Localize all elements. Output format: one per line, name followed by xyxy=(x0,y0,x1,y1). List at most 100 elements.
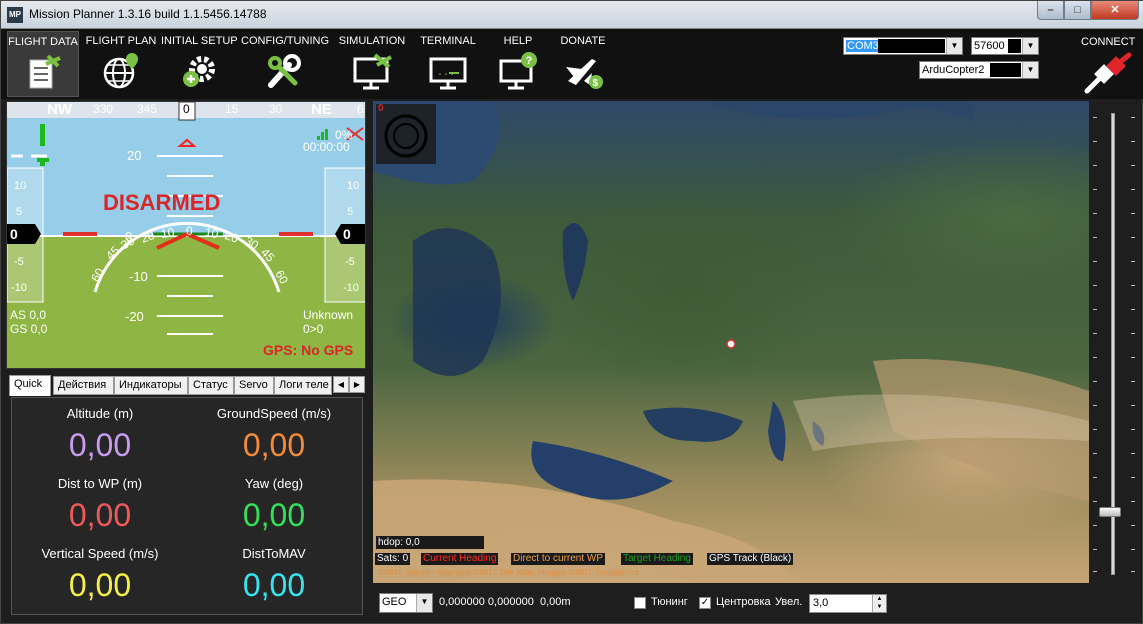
quick-yaw[interactable]: Yaw (deg) 0,00 xyxy=(186,476,362,534)
menu-initial-setup[interactable]: INITIAL SETUP xyxy=(161,31,238,97)
zoom-tick xyxy=(1131,501,1135,502)
tab-actions[interactable]: Действия xyxy=(53,376,114,395)
map-view[interactable]: 0 hdop: 0,0 Sats: 0 Current Heading Dire… xyxy=(373,101,1089,583)
menu-flight-data-label: FLIGHT DATA xyxy=(8,36,78,48)
chevron-down-icon[interactable]: ▼ xyxy=(1022,38,1038,54)
zoom-slider[interactable] xyxy=(1091,101,1139,583)
tab-telemetry-logs[interactable]: Логи теле xyxy=(274,376,332,395)
menu-terminal[interactable]: TERMINAL ... xyxy=(415,31,481,97)
chevron-down-icon[interactable]: ▼ xyxy=(946,38,962,54)
com-port-value: COM3 xyxy=(846,40,880,52)
airspeed-readout: AS 0,0 xyxy=(10,308,47,322)
quick-vertical-speed[interactable]: Vertical Speed (m/s) 0,00 xyxy=(12,546,188,604)
quick-dist-to-mav[interactable]: DistToMAV 0,00 xyxy=(186,546,362,604)
pitch-label-minus10: -10 xyxy=(129,269,148,284)
waypoint-info: 0>0 xyxy=(303,322,324,336)
zoom-tick xyxy=(1131,141,1135,142)
zoom-thumb[interactable] xyxy=(1099,507,1121,517)
tab-gauges[interactable]: Индикаторы xyxy=(114,376,188,395)
heading-current: 0 xyxy=(183,102,190,116)
zoom-tick xyxy=(1093,141,1097,142)
tuning-checkbox[interactable] xyxy=(634,597,646,609)
tab-servo[interactable]: Servo xyxy=(234,376,274,395)
tab-quick[interactable]: Quick xyxy=(9,375,51,396)
quick-label: GroundSpeed (m/s) xyxy=(216,406,332,421)
com-port-select[interactable]: COM3 ▼ xyxy=(843,37,963,55)
simulation-monitor-icon xyxy=(353,53,392,90)
connect-plug-icon[interactable] xyxy=(1079,51,1135,97)
menu-initial-setup-label: INITIAL SETUP xyxy=(161,35,238,47)
heading-30: 30 xyxy=(269,102,283,116)
pitch-label-20: 20 xyxy=(127,148,142,163)
menu-config-tuning[interactable]: CONFIG/TUNING xyxy=(241,31,329,97)
tab-scroll-left-icon[interactable]: ◀ xyxy=(333,376,349,393)
zoom-tick xyxy=(1131,117,1135,118)
quick-altitude[interactable]: Altitude (m) 0,00 xyxy=(12,406,188,464)
maximize-button[interactable]: □ xyxy=(1064,1,1091,20)
hdop-readout: hdop: 0,0 xyxy=(376,536,484,549)
connect-label: CONNECT xyxy=(1081,36,1136,48)
coordinates-readout: 0,000000 0,000000 xyxy=(439,596,534,608)
chevron-down-icon[interactable]: ▼ xyxy=(1022,62,1038,78)
quick-value: 0,00 xyxy=(68,427,132,463)
zoom-tick xyxy=(1093,405,1097,406)
coord-system-select[interactable]: GEO ▼ xyxy=(379,593,433,613)
data-tabs: Quick Действия Индикаторы Статус Servo Л… xyxy=(6,375,366,396)
baud-rate-fill xyxy=(1008,39,1021,53)
menu-donate-label: DONATE xyxy=(560,35,606,47)
zoom-tick xyxy=(1131,261,1135,262)
quick-groundspeed[interactable]: GroundSpeed (m/s) 0,00 xyxy=(186,406,362,464)
zoom-tick xyxy=(1093,381,1097,382)
com-port-fill xyxy=(878,39,945,53)
hud-display[interactable]: NW 330 345 0 15 30 NE 6 60 45 30 20 10 0… xyxy=(6,101,366,369)
menu-flight-plan-label: FLIGHT PLAN xyxy=(85,35,157,47)
quick-dist-to-wp[interactable]: Dist to WP (m) 0,00 xyxy=(12,476,188,534)
vehicle-select[interactable]: ArduCopter2 ▼ xyxy=(919,61,1039,79)
spinner-arrows-icon[interactable]: ▲ ▼ xyxy=(872,595,886,612)
baud-rate-select[interactable]: 57600 ▼ xyxy=(971,37,1039,55)
svg-text:?: ? xyxy=(526,55,533,67)
quick-value: 0,00 xyxy=(68,497,132,533)
quick-label: Altitude (m) xyxy=(66,406,134,421)
main-menu: FLIGHT DATA FLIGHT PLAN INITIAL SETUP CO… xyxy=(1,29,1143,99)
center-checkbox[interactable]: ✓ xyxy=(699,597,711,609)
arc-label-10-left: 10 xyxy=(159,224,176,242)
config-wrench-icon xyxy=(268,54,301,88)
svg-text:$: $ xyxy=(593,78,599,89)
heading-60: 6 xyxy=(357,102,364,116)
chevron-down-icon[interactable]: ▼ xyxy=(416,594,432,612)
initial-setup-gear-icon xyxy=(183,56,215,87)
zoom-tick xyxy=(1093,357,1097,358)
heading-330: 330 xyxy=(93,102,114,116)
tab-scroll-right-icon[interactable]: ▶ xyxy=(349,376,365,393)
zoom-tick xyxy=(1093,237,1097,238)
zoom-spinner[interactable]: 3,0 ▲ ▼ xyxy=(809,594,887,613)
quick-value: 0,00 xyxy=(68,567,132,603)
menu-flight-data[interactable]: FLIGHT DATA xyxy=(7,31,79,97)
app-logo-icon: MP xyxy=(7,7,23,23)
menu-simulation-label: SIMULATION xyxy=(338,35,406,47)
menu-simulation[interactable]: SIMULATION xyxy=(335,31,409,97)
close-button[interactable]: ✕ xyxy=(1091,1,1139,20)
map-terrain xyxy=(373,101,1089,583)
coord-system-value: GEO xyxy=(382,596,407,608)
window-title: Mission Planner 1.3.16 build 1.1.5456.14… xyxy=(29,7,267,21)
zoom-tick xyxy=(1093,525,1097,526)
center-label: Центровка xyxy=(716,596,771,608)
quick-value: 0,00 xyxy=(242,497,306,533)
flight-timer: 00:00:00 xyxy=(303,140,350,154)
zoom-tick xyxy=(1093,477,1097,478)
minimize-button[interactable]: – xyxy=(1037,1,1064,20)
zoom-tick xyxy=(1131,571,1135,572)
arc-label-10-right: 10 xyxy=(203,224,220,242)
menu-donate[interactable]: DONATE $ xyxy=(555,31,611,97)
flight-mode: Unknown xyxy=(303,308,354,322)
tuning-label: Тюнинг xyxy=(651,596,688,608)
tab-status[interactable]: Статус xyxy=(188,376,234,395)
zoom-tick xyxy=(1131,309,1135,310)
menu-flight-plan[interactable]: FLIGHT PLAN xyxy=(85,31,157,97)
menu-help[interactable]: HELP ? xyxy=(491,31,545,97)
speed-value: 0 xyxy=(10,226,18,242)
zoom-track[interactable] xyxy=(1111,113,1115,575)
flight-plan-globe-icon xyxy=(103,53,138,89)
